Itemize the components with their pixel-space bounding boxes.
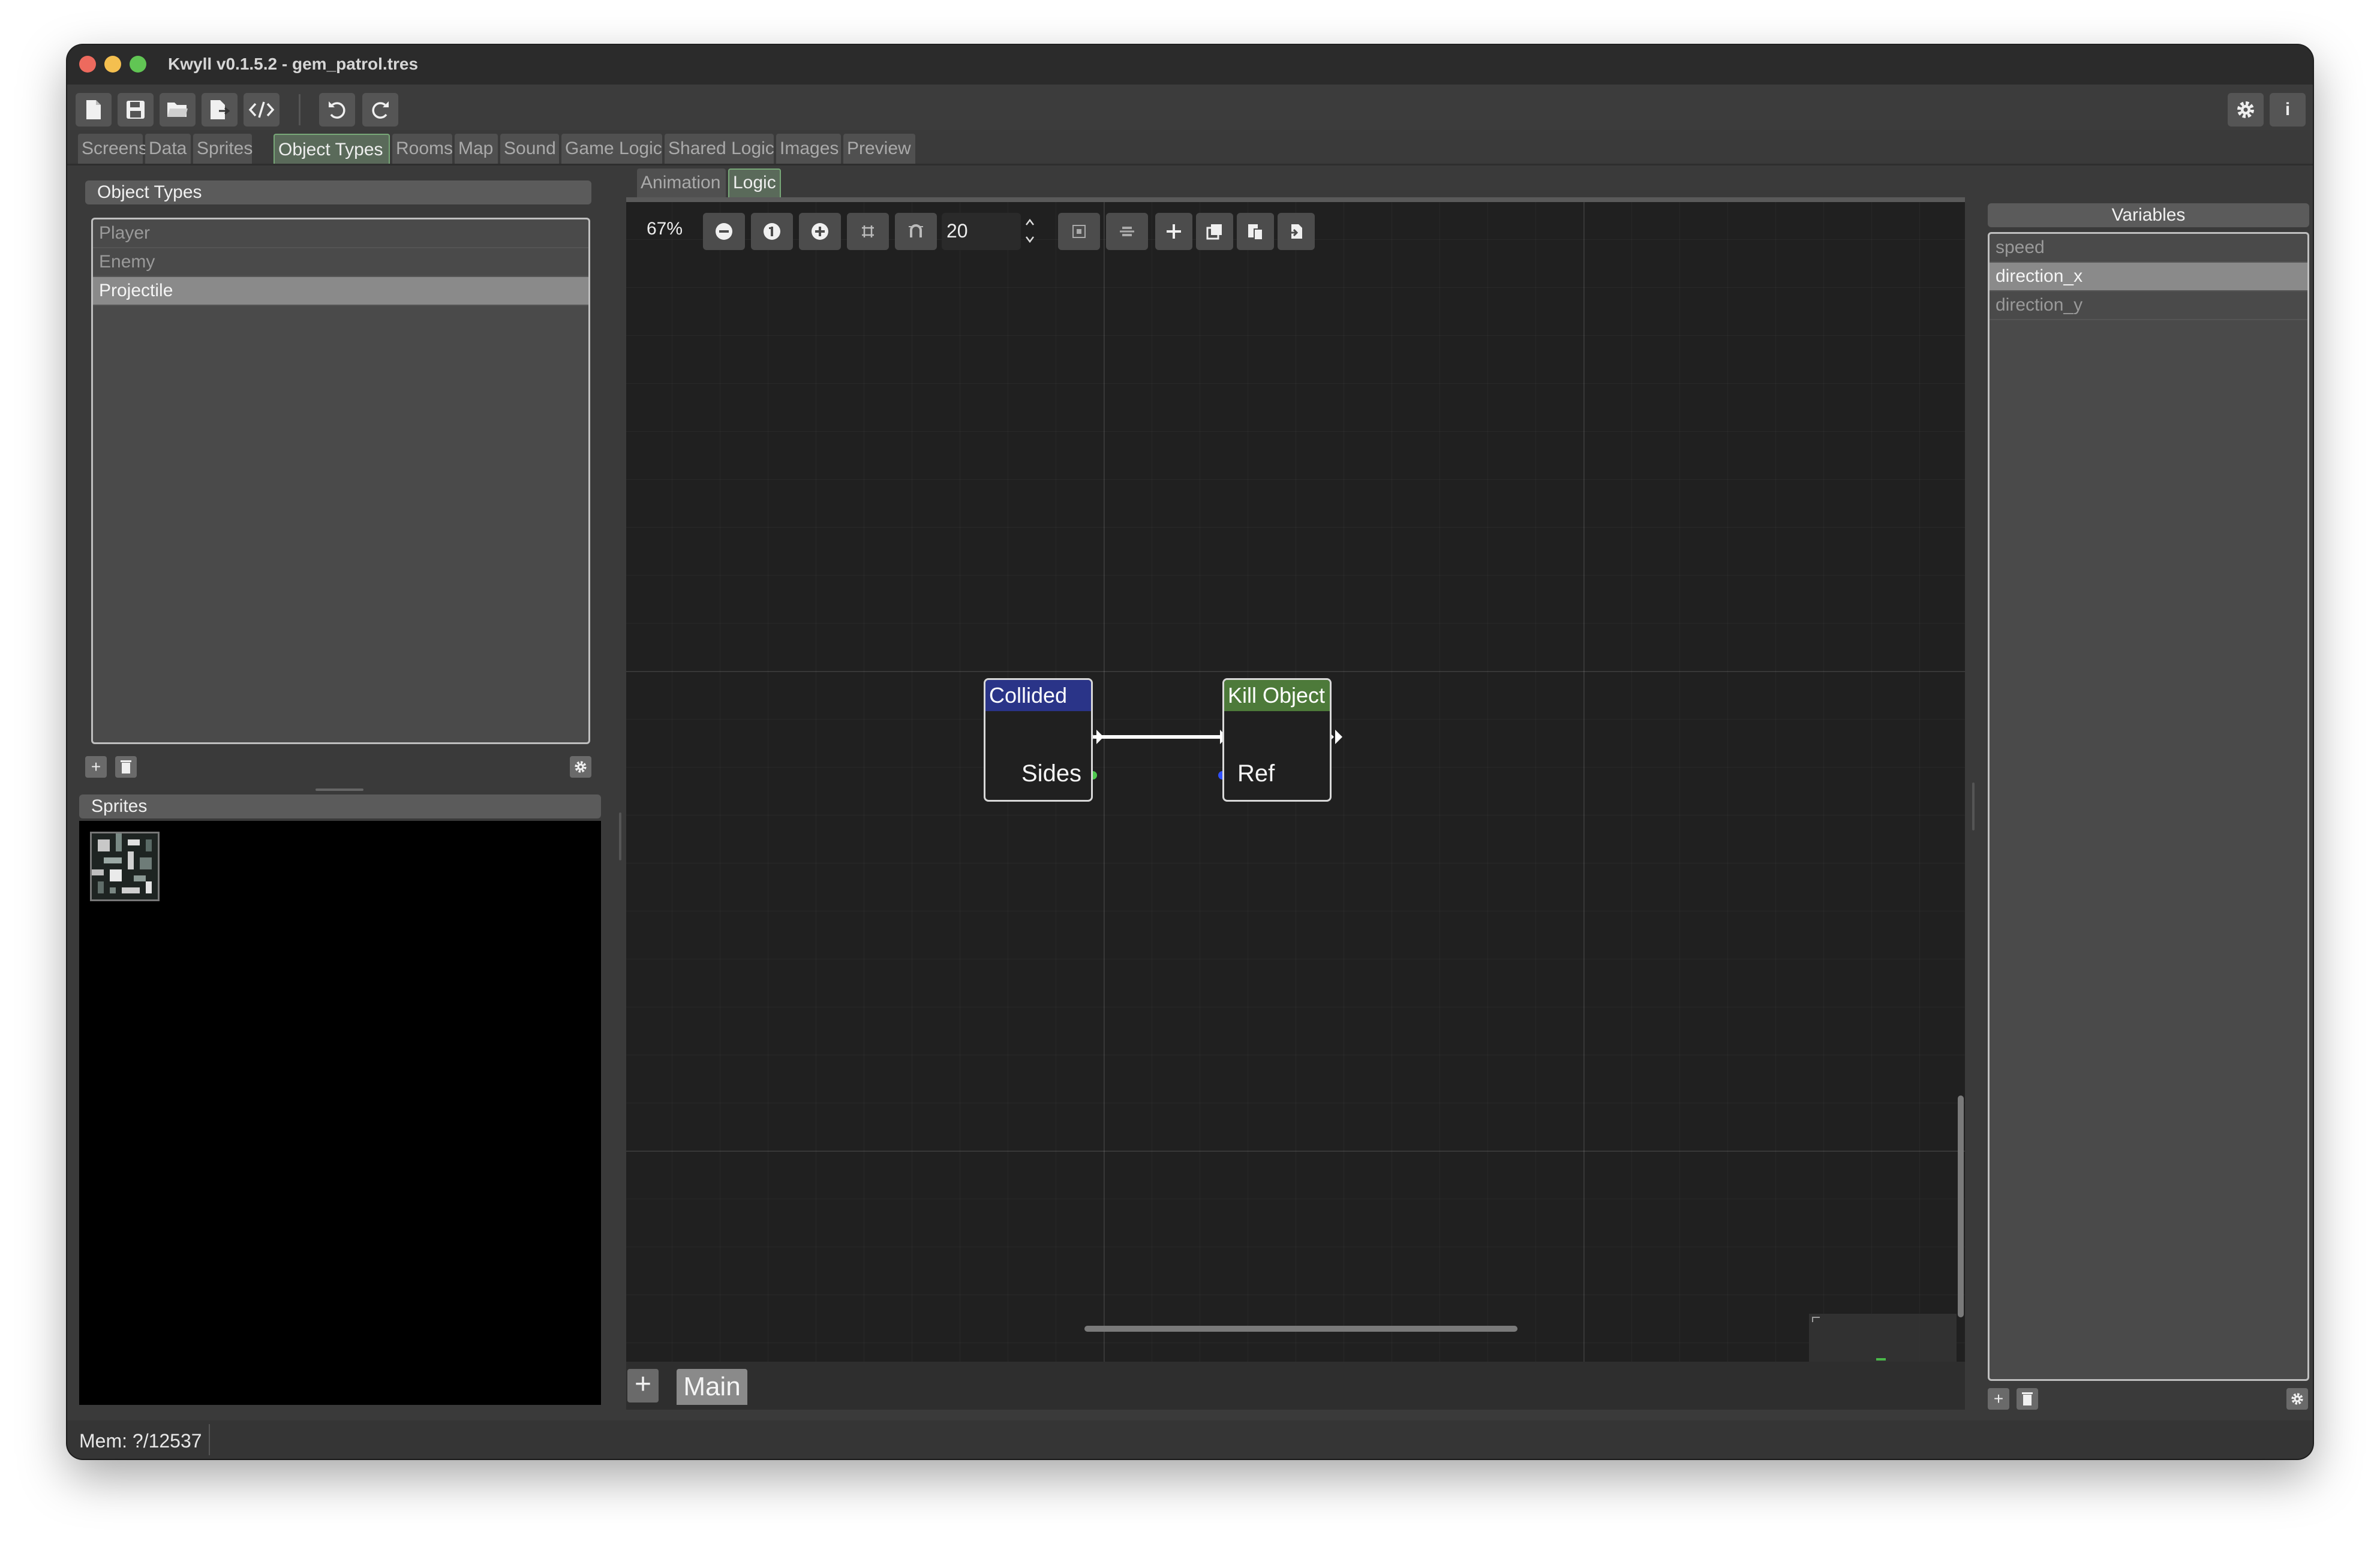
tab-logic[interactable]: Logic: [728, 168, 781, 197]
tab-object-types[interactable]: Object Types: [274, 134, 390, 164]
sprites-area[interactable]: [79, 821, 601, 1405]
app-window: Kwyll v0.1.5.2 - gem_patrol.tres i Scree…: [67, 45, 2313, 1459]
list-item-enemy[interactable]: Enemy: [93, 248, 588, 277]
new-file-icon: [86, 100, 101, 119]
left-splitter-handle[interactable]: [619, 812, 621, 860]
gear-icon: [2291, 1393, 2303, 1405]
port-label-sides: Sides: [1021, 760, 1082, 787]
open-button[interactable]: [160, 93, 196, 127]
undo-button[interactable]: [319, 93, 355, 127]
trash-icon: [121, 760, 131, 774]
memory-status: Mem: ?/12537: [79, 1430, 202, 1452]
trash-icon: [2022, 1392, 2033, 1405]
status-divider: [209, 1424, 210, 1455]
minimize-window-button[interactable]: [104, 56, 121, 73]
variable-settings-button[interactable]: [2286, 1388, 2308, 1410]
window-title: Kwyll v0.1.5.2 - gem_patrol.tres: [168, 55, 419, 73]
gear-icon: [2237, 101, 2254, 118]
vertical-scrollbar[interactable]: [1958, 1095, 1964, 1317]
add-variable-button[interactable]: +: [1988, 1388, 2009, 1410]
sprite-pixel-art-icon: [92, 833, 158, 899]
tab-main[interactable]: Main: [677, 1369, 747, 1405]
tab-sprites[interactable]: Sprites: [193, 134, 253, 164]
open-folder-icon: [167, 103, 188, 117]
tab-game-logic[interactable]: Game Logic: [561, 134, 662, 164]
main-tab-bar: Screens Data Sprites Object Types Rooms …: [67, 130, 2313, 164]
tab-rooms[interactable]: Rooms: [392, 134, 453, 164]
info-button[interactable]: i: [2270, 93, 2306, 127]
tab-animation[interactable]: Animation: [637, 168, 726, 197]
tab-map[interactable]: Map: [455, 134, 498, 164]
node-title: Kill Object: [1224, 680, 1330, 711]
sprites-header: Sprites: [79, 794, 601, 818]
list-item-speed[interactable]: speed: [1990, 234, 2307, 263]
list-item-projectile[interactable]: Projectile: [93, 277, 588, 306]
object-types-list[interactable]: Player Enemy Projectile: [91, 218, 590, 744]
maximize-window-button[interactable]: [130, 56, 146, 73]
logic-graph-canvas[interactable]: 67% 20 Collided Sides Kill Object Ref: [626, 202, 1965, 1362]
export-button[interactable]: [202, 93, 238, 127]
gear-icon: [575, 761, 587, 773]
add-graph-tab-button[interactable]: +: [627, 1369, 659, 1402]
redo-button[interactable]: [362, 93, 398, 127]
settings-button[interactable]: [2228, 93, 2264, 127]
status-bar: Mem: ?/12537: [67, 1420, 2313, 1459]
graph-tab-bar: + Main: [626, 1362, 1965, 1410]
graph-node-kill-object[interactable]: Kill Object Ref: [1222, 678, 1332, 802]
object-type-settings-button[interactable]: [570, 756, 591, 778]
add-object-type-button[interactable]: +: [85, 756, 107, 778]
object-types-header: Object Types: [85, 180, 591, 204]
sprite-thumbnail[interactable]: [90, 832, 160, 901]
save-icon: [127, 101, 145, 119]
panel-splitter-handle[interactable]: [315, 788, 363, 791]
list-item-direction-x[interactable]: direction_x: [1990, 263, 2307, 291]
delete-variable-button[interactable]: [2017, 1388, 2038, 1410]
title-bar: Kwyll v0.1.5.2 - gem_patrol.tres: [67, 45, 2313, 85]
list-item-player[interactable]: Player: [93, 219, 588, 248]
variables-header: Variables: [1988, 203, 2309, 227]
delete-object-type-button[interactable]: [115, 756, 137, 778]
save-button[interactable]: [118, 93, 154, 127]
variables-list[interactable]: speed direction_x direction_y: [1988, 232, 2309, 1381]
main-toolbar: i: [67, 85, 2313, 130]
tab-screens[interactable]: Screens: [78, 134, 148, 164]
code-icon: [248, 101, 275, 118]
node-title: Collided: [985, 680, 1091, 711]
tab-preview[interactable]: Preview: [843, 134, 915, 164]
toolbar-divider: [299, 94, 300, 125]
new-file-button[interactable]: [76, 93, 112, 127]
horizontal-scrollbar[interactable]: [1084, 1326, 1517, 1332]
tab-data[interactable]: Data: [145, 134, 191, 164]
code-button[interactable]: [244, 93, 280, 127]
port-label-ref: Ref: [1237, 760, 1275, 787]
tab-bar-divider: [67, 164, 2313, 165]
tab-shared-logic[interactable]: Shared Logic: [665, 134, 774, 164]
close-window-button[interactable]: [79, 56, 96, 73]
graph-node-collided[interactable]: Collided Sides: [984, 678, 1093, 802]
tab-images[interactable]: Images: [776, 134, 841, 164]
graph-minimap[interactable]: [1809, 1314, 1957, 1362]
right-splitter-handle[interactable]: [1972, 782, 1975, 830]
tab-sound[interactable]: Sound: [500, 134, 559, 164]
redo-icon: [372, 101, 389, 119]
minimap-content: [1812, 1317, 1886, 1361]
export-icon: [211, 100, 230, 119]
list-item-direction-y[interactable]: direction_y: [1990, 291, 2307, 320]
undo-icon: [329, 101, 345, 119]
